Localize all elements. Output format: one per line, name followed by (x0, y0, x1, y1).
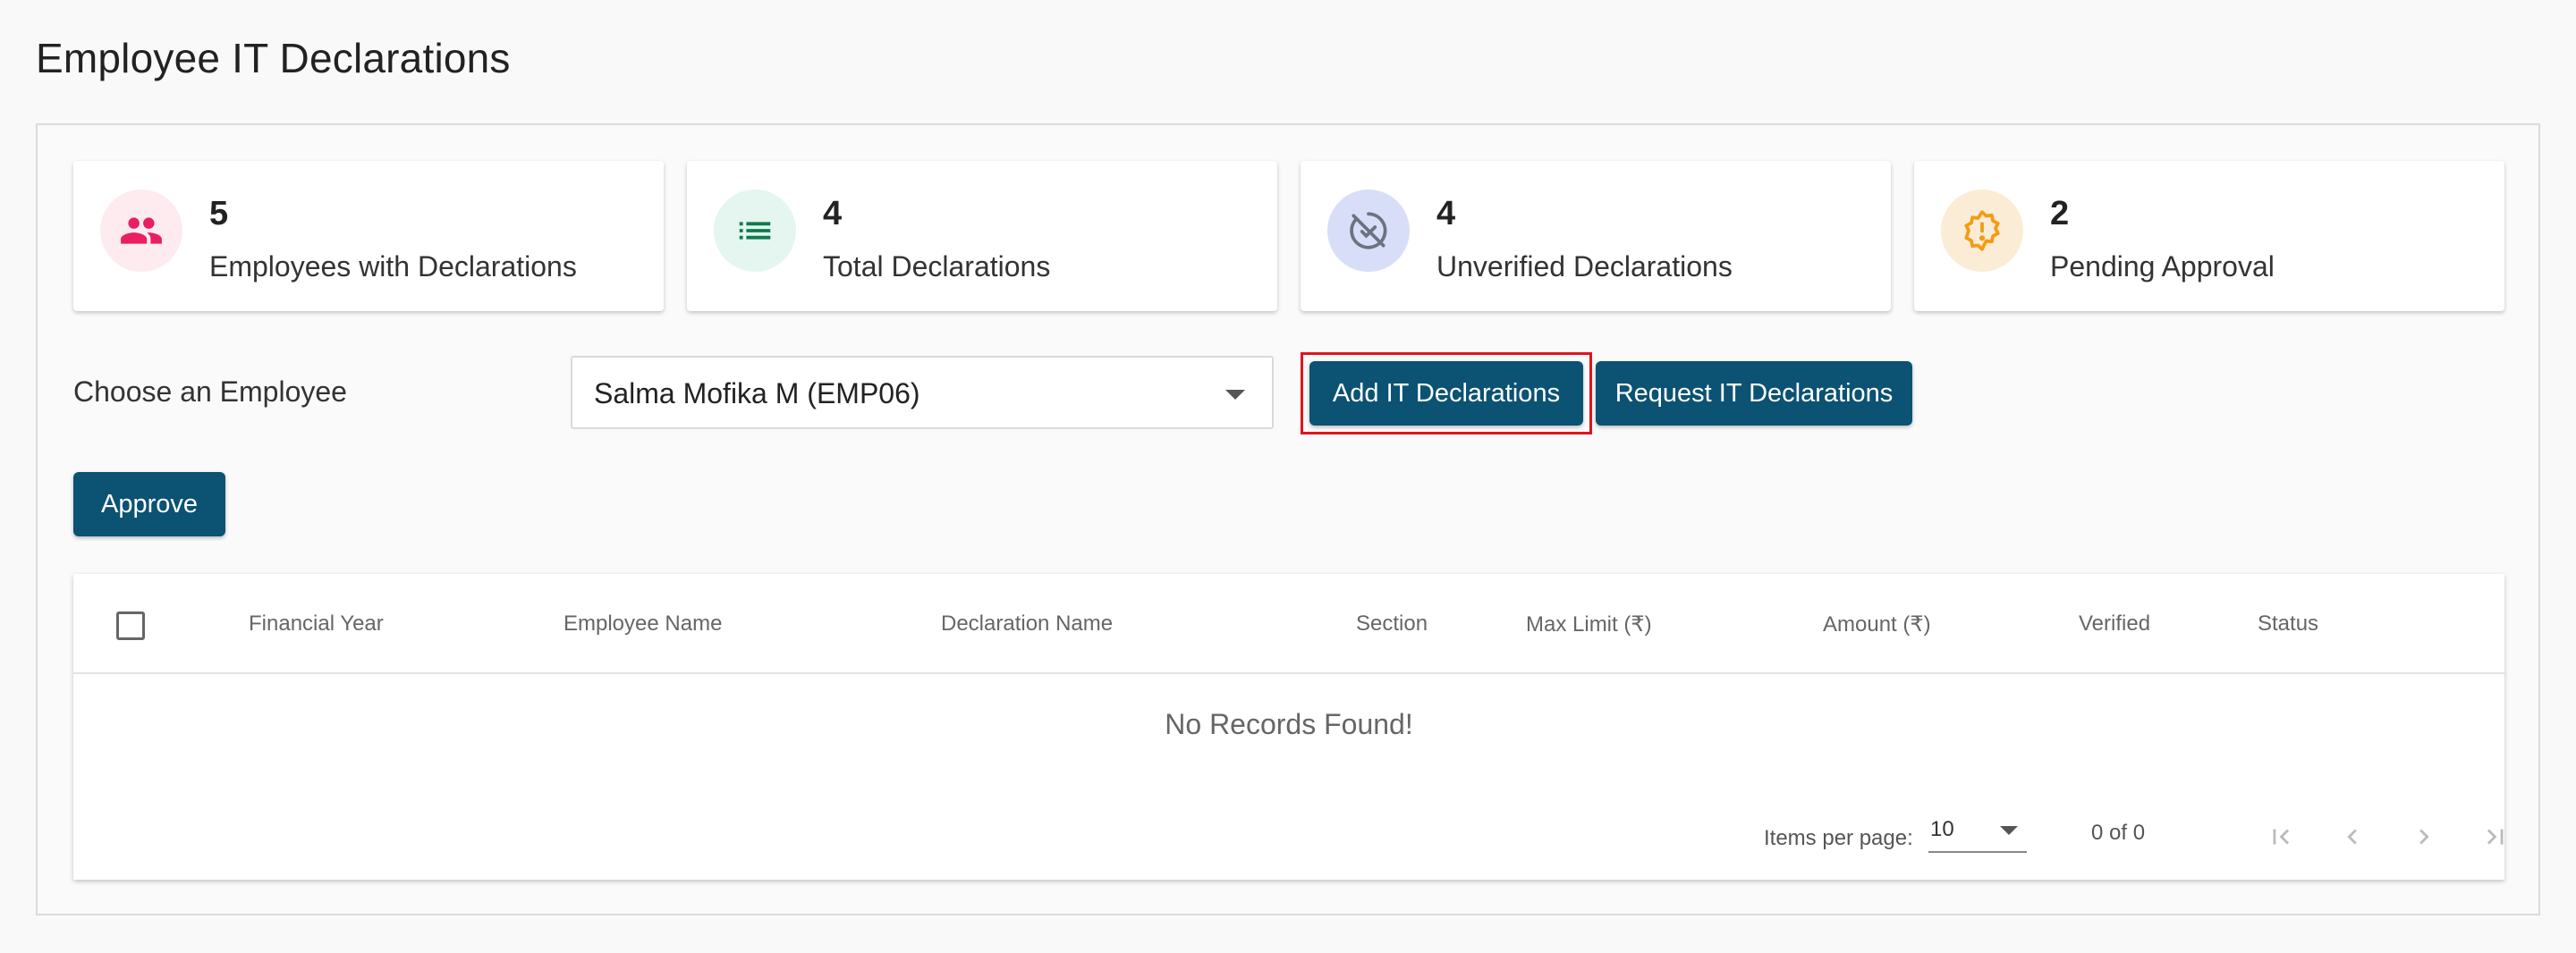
select-all-checkbox[interactable] (116, 611, 145, 640)
chevron-right-icon (2419, 829, 2429, 845)
page-size-value: 10 (1930, 817, 1954, 841)
stat-count: 5 (209, 195, 229, 232)
table-header-row: Financial Year Employee Name Declaration… (73, 574, 2504, 674)
choose-employee-label: Choose an Employee (73, 375, 347, 408)
column-header-section[interactable]: Section (1356, 611, 1428, 637)
column-header-employee-name[interactable]: Employee Name (564, 611, 722, 637)
stat-icon-circle (1327, 190, 1410, 272)
chevron-left-icon (2347, 829, 2357, 845)
request-it-declarations-button[interactable]: Request IT Declarations (1596, 361, 1912, 426)
pending-icon (1964, 210, 2000, 251)
items-per-page-label: Items per page: (1764, 826, 1913, 850)
column-header-status[interactable]: Status (2258, 611, 2318, 637)
stat-label: Employees with Declarations (209, 250, 577, 283)
declarations-panel: 5 Employees with Declarations 4 Total De… (36, 123, 2540, 915)
stat-icon-circle (100, 190, 182, 272)
column-header-financial-year[interactable]: Financial Year (249, 611, 384, 637)
last-page-button[interactable] (2470, 812, 2521, 862)
stat-label: Unverified Declarations (1436, 250, 1733, 283)
add-it-declarations-button[interactable]: Add IT Declarations (1309, 361, 1583, 426)
stat-label: Pending Approval (2050, 250, 2275, 283)
people-icon (121, 217, 162, 244)
stat-count: 4 (1436, 195, 1456, 232)
unverified-icon (1350, 212, 1387, 249)
first-page-button[interactable] (2256, 812, 2306, 862)
stat-card-unverified: 4 Unverified Declarations (1301, 161, 1891, 311)
stat-icon-circle (1941, 190, 2023, 272)
employee-select-value: Salma Mofika M (EMP06) (594, 377, 920, 409)
paginator: Items per page: 10 0 of 0 (73, 808, 2504, 871)
column-header-max-limit[interactable]: Max Limit (₹) (1526, 611, 1652, 637)
employee-select[interactable]: Salma Mofika M (EMP06) (571, 356, 1274, 429)
next-page-button[interactable] (2399, 812, 2449, 862)
first-page-icon (2273, 829, 2290, 845)
stat-icon-circle (714, 190, 796, 272)
empty-state-message: No Records Found! (1165, 708, 1413, 740)
stat-card-total: 4 Total Declarations (687, 161, 1277, 311)
column-header-amount[interactable]: Amount (₹) (1823, 611, 1931, 637)
column-header-verified[interactable]: Verified (2079, 611, 2150, 637)
column-header-declaration-name[interactable]: Declaration Name (941, 611, 1113, 637)
stat-label: Total Declarations (823, 250, 1051, 283)
page-title: Employee IT Declarations (36, 35, 511, 81)
declarations-table: Financial Year Employee Name Declaration… (73, 574, 2504, 880)
previous-page-button[interactable] (2327, 812, 2377, 862)
page-range-label: 0 of 0 (2091, 821, 2146, 845)
stat-count: 4 (823, 195, 843, 232)
stat-count: 2 (2050, 195, 2070, 232)
list-icon (739, 222, 771, 240)
chevron-down-icon (2000, 826, 2018, 835)
approve-button[interactable]: Approve (73, 472, 225, 536)
stat-card-pending: 2 Pending Approval (1914, 161, 2504, 311)
chevron-down-icon (1225, 390, 1245, 400)
page-size-select[interactable]: 10 (1928, 814, 2027, 853)
last-page-icon (2487, 829, 2504, 845)
stat-card-employees: 5 Employees with Declarations (73, 161, 664, 311)
